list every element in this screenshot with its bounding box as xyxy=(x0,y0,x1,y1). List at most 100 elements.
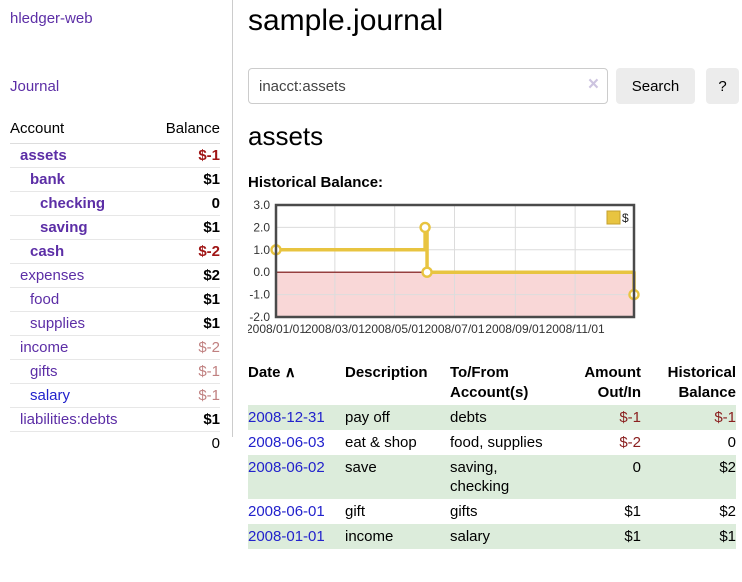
svg-text:$: $ xyxy=(622,211,629,225)
account-link-assets[interactable]: assets xyxy=(20,147,67,164)
register-row: 2008-12-31 pay off debts $-1 $-1 xyxy=(248,405,736,430)
account-row-expenses: expenses $2 xyxy=(10,264,220,288)
transaction-balance: $2 xyxy=(641,455,736,499)
account-link-gifts[interactable]: gifts xyxy=(30,363,58,380)
register-row: 2008-01-01 income salary $1 $1 xyxy=(248,524,736,549)
svg-text:0.0: 0.0 xyxy=(253,265,270,279)
transaction-balance: 0 xyxy=(641,430,736,455)
svg-text:2008/11/01: 2008/11/01 xyxy=(546,322,605,336)
search-input[interactable] xyxy=(248,68,608,104)
transaction-description: gift xyxy=(345,499,450,524)
account-row-checking: checking 0 xyxy=(10,192,220,216)
register-row: 2008-06-01 gift gifts $1 $2 xyxy=(248,499,736,524)
account-balance: $-1 xyxy=(150,144,220,168)
accounts-table-header: Account Balance xyxy=(10,118,220,144)
balance-column-header: Historical Balance xyxy=(641,361,736,405)
historical-balance-chart: 3.02.01.00.0-1.0-2.02008/01/012008/03/01… xyxy=(248,197,648,339)
transaction-amount: $1 xyxy=(556,524,641,549)
svg-text:-1.0: -1.0 xyxy=(249,288,270,302)
transaction-description: eat & shop xyxy=(345,430,450,455)
register-table: Date ∧ Description To/From Account(s) Am… xyxy=(248,361,736,549)
date-column-header[interactable]: Date ∧ xyxy=(248,361,345,405)
account-link-expenses[interactable]: expenses xyxy=(20,267,84,284)
account-link-liabilities-debts[interactable]: liabilities:debts xyxy=(20,411,118,428)
account-heading: assets xyxy=(248,121,740,152)
balance-column-header: Balance xyxy=(150,118,220,144)
transaction-description: income xyxy=(345,524,450,549)
account-balance: $1 xyxy=(150,312,220,336)
account-link-food[interactable]: food xyxy=(30,291,59,308)
account-row-income: income $-2 xyxy=(10,336,220,360)
transaction-date-link[interactable]: 2008-06-02 xyxy=(248,459,325,476)
transaction-balance: $1 xyxy=(641,524,736,549)
transaction-amount: $-1 xyxy=(556,405,641,430)
register-row: 2008-06-03 eat & shop food, supplies $-2… xyxy=(248,430,736,455)
account-link-checking[interactable]: checking xyxy=(40,195,105,212)
account-link-income[interactable]: income xyxy=(20,339,68,356)
accounts-total-value: 0 xyxy=(150,432,220,456)
account-balance: $1 xyxy=(150,408,220,432)
register-header-row: Date ∧ Description To/From Account(s) Am… xyxy=(248,361,736,405)
account-balance: $1 xyxy=(150,288,220,312)
svg-text:2.0: 2.0 xyxy=(253,220,270,234)
hledger-web-page: hledger-web Journal Account Balance asse… xyxy=(0,0,742,582)
search-form: × Search ? xyxy=(248,68,740,104)
transaction-date-link[interactable]: 2008-01-01 xyxy=(248,528,325,545)
help-button[interactable]: ? xyxy=(706,68,739,104)
transaction-amount: $1 xyxy=(556,499,641,524)
chart-heading: Historical Balance: xyxy=(248,174,740,191)
register-row: 2008-06-02 save saving, checking 0 $2 xyxy=(248,455,736,499)
transaction-accounts: gifts xyxy=(450,499,556,524)
transaction-accounts: debts xyxy=(450,405,556,430)
sort-asc-icon: ∧ xyxy=(285,364,296,381)
account-row-food: food $1 xyxy=(10,288,220,312)
account-row-gifts: gifts $-1 xyxy=(10,360,220,384)
account-balance: $1 xyxy=(150,168,220,192)
account-balance: $1 xyxy=(150,216,220,240)
transaction-description: save xyxy=(345,455,450,499)
account-link-supplies[interactable]: supplies xyxy=(30,315,85,332)
sidebar-item-journal[interactable]: Journal xyxy=(10,78,59,95)
transaction-description: pay off xyxy=(345,405,450,430)
transaction-amount: $-2 xyxy=(556,430,641,455)
svg-text:2008/07/01: 2008/07/01 xyxy=(424,322,484,336)
account-row-assets: assets $-1 xyxy=(10,144,220,168)
accounts-table: Account Balance assets $-1 bank $1 check… xyxy=(10,118,220,455)
transaction-date-link[interactable]: 2008-06-03 xyxy=(248,434,325,451)
clear-search-icon[interactable]: × xyxy=(588,75,599,95)
sidebar: hledger-web Journal Account Balance asse… xyxy=(0,0,233,437)
account-balance: $-2 xyxy=(150,240,220,264)
transaction-balance: $-1 xyxy=(641,405,736,430)
account-balance: $2 xyxy=(150,264,220,288)
transaction-amount: 0 xyxy=(556,455,641,499)
account-link-salary[interactable]: salary xyxy=(30,387,70,404)
svg-text:2008/09/01: 2008/09/01 xyxy=(485,322,545,336)
main-content: sample.journal × Search ? assets Histori… xyxy=(248,0,740,549)
account-row-salary: salary $-1 xyxy=(10,384,220,408)
account-row-cash: cash $-2 xyxy=(10,240,220,264)
account-row-supplies: supplies $1 xyxy=(10,312,220,336)
account-link-cash[interactable]: cash xyxy=(30,243,64,260)
account-balance: $-1 xyxy=(150,360,220,384)
transaction-accounts: salary xyxy=(450,524,556,549)
search-button[interactable]: Search xyxy=(616,68,695,104)
transaction-date-link[interactable]: 2008-06-01 xyxy=(248,503,325,520)
transaction-accounts: food, supplies xyxy=(450,430,556,455)
account-link-saving[interactable]: saving xyxy=(40,219,88,236)
account-balance: $-2 xyxy=(150,336,220,360)
description-column-header: Description xyxy=(345,361,450,405)
account-row-saving: saving $1 xyxy=(10,216,220,240)
account-row-liabilities-debts: liabilities:debts $1 xyxy=(10,408,220,432)
account-link-bank[interactable]: bank xyxy=(30,171,65,188)
account-balance: 0 xyxy=(150,192,220,216)
svg-text:3.0: 3.0 xyxy=(253,198,270,212)
transaction-balance: $2 xyxy=(641,499,736,524)
account-balance: $-1 xyxy=(150,384,220,408)
transaction-date-link[interactable]: 2008-12-31 xyxy=(248,409,325,426)
amount-column-header: Amount Out/In xyxy=(556,361,641,405)
page-title: sample.journal xyxy=(248,4,740,38)
brand-link[interactable]: hledger-web xyxy=(10,10,93,27)
svg-text:2008/01/01: 2008/01/01 xyxy=(248,322,306,336)
account-column-header: Account xyxy=(10,118,150,144)
svg-text:2008/05/01: 2008/05/01 xyxy=(365,322,425,336)
